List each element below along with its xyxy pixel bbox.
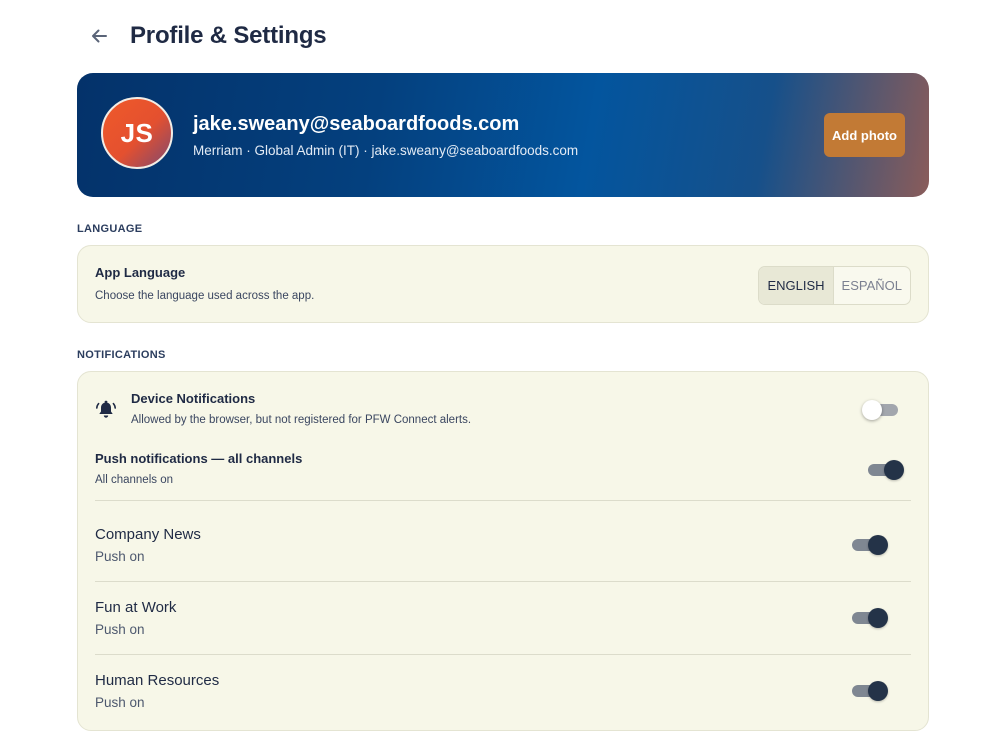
channel-toggle-human-resources[interactable] <box>850 678 888 704</box>
language-selector: ENGLISH ESPAÑOL <box>758 266 911 305</box>
page-header: Profile & Settings <box>88 18 327 54</box>
channel-status: Push on <box>95 622 145 637</box>
arrow-left-icon <box>92 29 107 43</box>
app-language-title: App Language <box>95 265 186 280</box>
channel-status: Push on <box>95 549 145 564</box>
toggle-knob <box>862 400 882 420</box>
app-language-description: Choose the language used across the app. <box>95 290 315 302</box>
channel-row-company-news: Company News Push on <box>95 526 911 564</box>
avatar: JS <box>101 97 173 169</box>
channel-name: Human Resources <box>95 672 220 689</box>
notifications-card: Device Notifications Allowed by the brow… <box>77 371 929 731</box>
back-button[interactable] <box>88 25 110 47</box>
push-all-title: Push notifications — all channels <box>95 451 303 466</box>
device-notifications-toggle[interactable] <box>862 397 900 423</box>
add-photo-button[interactable]: Add photo <box>824 113 905 157</box>
push-all-subtitle: All channels on <box>95 474 173 486</box>
device-notifications-subtitle: Allowed by the browser, but not register… <box>131 414 472 426</box>
toggle-knob <box>868 535 888 555</box>
channel-row-human-resources: Human Resources Push on <box>95 672 911 710</box>
push-all-channels-row: Push notifications — all channels All ch… <box>95 451 911 486</box>
channel-row-fun-at-work: Fun at Work Push on <box>95 599 911 637</box>
toggle-knob <box>868 681 888 701</box>
channel-toggle-fun-at-work[interactable] <box>850 605 888 631</box>
toggle-knob <box>868 608 888 628</box>
language-option-english[interactable]: ENGLISH <box>759 267 834 304</box>
divider <box>95 581 911 582</box>
bell-icon <box>95 399 117 421</box>
language-card: App Language Choose the language used ac… <box>77 245 929 323</box>
notifications-section-label: NOTIFICATIONS <box>77 349 166 361</box>
profile-banner: JS jake.sweany@seaboardfoods.com Merriam… <box>77 73 929 197</box>
divider <box>95 500 911 501</box>
channel-name: Fun at Work <box>95 599 177 616</box>
device-notifications-title: Device Notifications <box>131 391 256 406</box>
toggle-knob <box>884 460 904 480</box>
page-title: Profile & Settings <box>130 22 327 49</box>
language-option-espanol[interactable]: ESPAÑOL <box>834 267 910 304</box>
language-section-label: LANGUAGE <box>77 223 143 235</box>
push-all-toggle[interactable] <box>866 457 904 483</box>
channel-name: Company News <box>95 526 201 543</box>
profile-email: jake.sweany@seaboardfoods.com <box>193 113 520 135</box>
channel-toggle-company-news[interactable] <box>850 532 888 558</box>
divider <box>95 654 911 655</box>
profile-meta: Merriam · Global Admin (IT) · jake.swean… <box>193 143 579 158</box>
